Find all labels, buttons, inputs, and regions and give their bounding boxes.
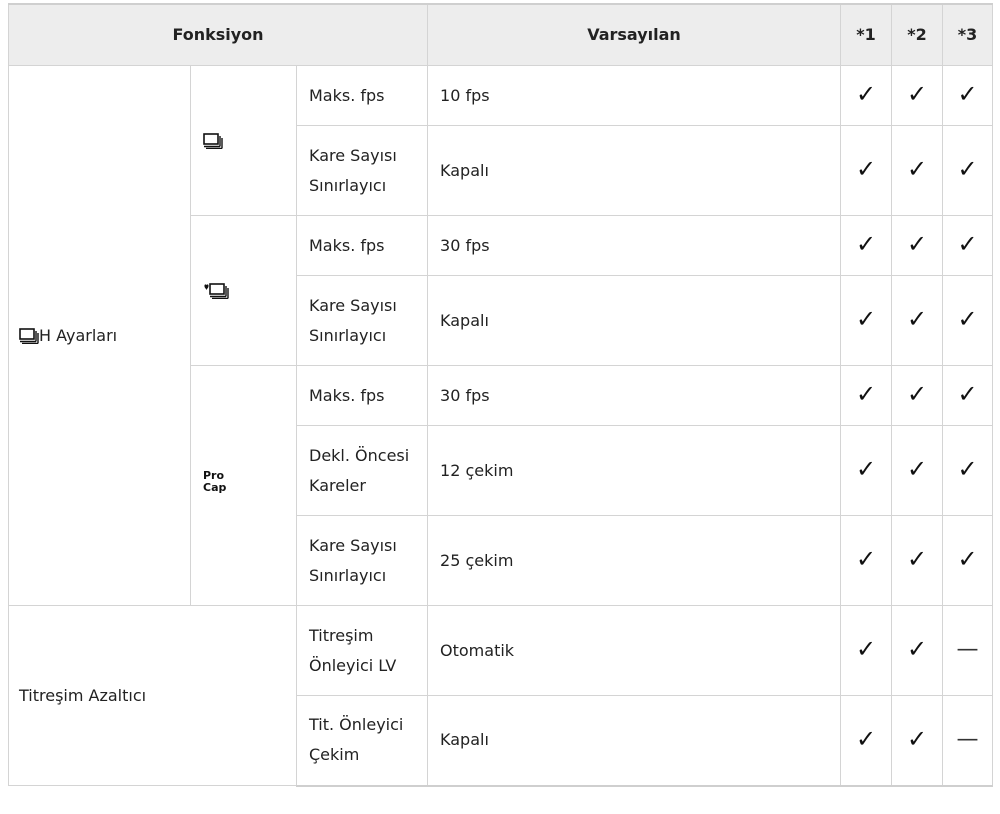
check-icon: ✓ xyxy=(906,155,928,183)
procap-cell: Pro Cap xyxy=(190,365,297,606)
check-c3: ✓ xyxy=(942,275,994,366)
check-icon: ✓ xyxy=(906,305,928,333)
check-icon: ✓ xyxy=(855,724,877,753)
dash-c3: — xyxy=(942,695,994,787)
header-function: Fonksiyon xyxy=(7,3,429,66)
check-c1: ✓ xyxy=(840,125,893,216)
row-value: Kapalı xyxy=(427,275,842,366)
silent-sequential-icon xyxy=(203,281,229,300)
check-icon: ✓ xyxy=(957,455,978,483)
row-item: Titreşim Önleyici LV xyxy=(295,605,429,696)
heart-sequential-cell xyxy=(190,215,297,366)
check-icon: ✓ xyxy=(855,155,877,183)
check-c3: ✓ xyxy=(942,215,994,276)
table-row: H Ayarları Maks. fps 10 fps ✓ ✓ ✓ xyxy=(8,65,994,606)
header-default: Varsayılan xyxy=(427,3,842,66)
row-item: Maks. fps xyxy=(295,365,429,426)
header-c3: *3 xyxy=(942,3,994,66)
check-c2: ✓ xyxy=(891,605,944,696)
row-item: Kare Sayısı Sınırlayıcı xyxy=(295,515,429,606)
check-icon: ✓ xyxy=(957,545,978,573)
check-c1: ✓ xyxy=(840,425,893,516)
check-icon: ✓ xyxy=(906,80,928,108)
check-icon: ✓ xyxy=(906,545,928,573)
check-c2: ✓ xyxy=(891,365,944,426)
check-icon: ✓ xyxy=(957,155,978,183)
sequential-cell xyxy=(190,65,297,216)
group-h-settings-label: H Ayarları xyxy=(39,325,118,345)
check-icon: ✓ xyxy=(906,380,928,408)
check-icon: ✓ xyxy=(855,635,877,663)
check-icon: ✓ xyxy=(855,305,877,333)
check-c3: ✓ xyxy=(942,365,994,426)
check-icon: ✓ xyxy=(855,545,877,573)
check-c2: ✓ xyxy=(891,65,944,126)
row-item: Maks. fps xyxy=(295,215,429,276)
row-value: Kapalı xyxy=(427,695,842,787)
procap-icon: Pro Cap xyxy=(203,469,227,494)
check-icon: ✓ xyxy=(855,80,877,108)
check-c1: ✓ xyxy=(840,365,893,426)
check-c2: ✓ xyxy=(891,275,944,366)
check-c3: ✓ xyxy=(942,515,994,606)
check-icon: ✓ xyxy=(855,230,877,258)
check-icon: ✓ xyxy=(957,305,978,333)
check-c2: ✓ xyxy=(891,515,944,606)
dash-icon: — xyxy=(956,726,979,752)
check-c1: ✓ xyxy=(840,215,893,276)
check-icon: ✓ xyxy=(906,724,928,753)
group-vibration: Titreşim Azaltıcı xyxy=(8,605,297,786)
check-c1: ✓ xyxy=(840,515,893,606)
row-value: 30 fps xyxy=(427,215,842,276)
check-c2: ✓ xyxy=(891,215,944,276)
check-icon: ✓ xyxy=(957,380,978,408)
check-c3: ✓ xyxy=(942,65,994,126)
group-h-settings: H Ayarları xyxy=(8,65,191,606)
row-item: Tit. Önleyici Çekim xyxy=(295,695,429,787)
row-item: Kare Sayısı Sınırlayıcı xyxy=(295,275,429,366)
check-c2: ✓ xyxy=(891,125,944,216)
check-icon: ✓ xyxy=(906,455,928,483)
row-value: Kapalı xyxy=(427,125,842,216)
row-item: Maks. fps xyxy=(295,65,429,126)
check-c1: ✓ xyxy=(840,605,893,696)
header-c1: *1 xyxy=(840,3,893,66)
sequential-shooting-icon xyxy=(19,326,39,345)
check-c1: ✓ xyxy=(840,275,893,366)
check-c3: ✓ xyxy=(942,125,994,216)
check-icon: ✓ xyxy=(855,455,877,483)
row-value: Otomatik xyxy=(427,605,842,696)
check-c2: ✓ xyxy=(891,425,944,516)
row-item: Dekl. Öncesi Kareler xyxy=(295,425,429,516)
check-c1: ✓ xyxy=(840,695,893,787)
dash-icon: — xyxy=(956,637,979,662)
row-value: 30 fps xyxy=(427,365,842,426)
row-item: Kare Sayısı Sınırlayıcı xyxy=(295,125,429,216)
sequential-shooting-icon xyxy=(203,131,223,150)
check-c3: ✓ xyxy=(942,425,994,516)
row-value: 25 çekim xyxy=(427,515,842,606)
table-row: Titreşim Azaltıcı Titreşim Önleyici LV O… xyxy=(8,605,994,786)
check-c2: ✓ xyxy=(891,695,944,787)
check-c1: ✓ xyxy=(840,65,893,126)
check-icon: ✓ xyxy=(957,80,978,108)
header-row: Fonksiyon Varsayılan *1 *2 *3 xyxy=(7,3,994,66)
check-icon: ✓ xyxy=(957,230,978,258)
row-value: 10 fps xyxy=(427,65,842,126)
check-icon: ✓ xyxy=(855,380,877,408)
header-c2: *2 xyxy=(891,3,944,66)
check-icon: ✓ xyxy=(906,635,928,663)
row-value: 12 çekim xyxy=(427,425,842,516)
dash-c3: — xyxy=(942,605,994,696)
check-icon: ✓ xyxy=(906,230,928,258)
settings-table: Fonksiyon Varsayılan *1 *2 *3 H Ayarları… xyxy=(7,3,994,787)
